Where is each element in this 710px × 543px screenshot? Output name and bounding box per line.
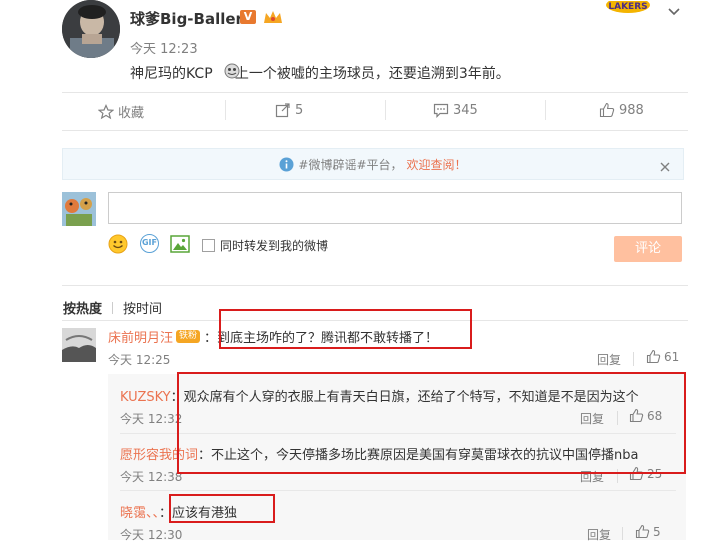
emoji-icon (224, 63, 240, 83)
post-username[interactable]: 球爹Big-Baller (130, 8, 243, 29)
fan-badge-icon: 铁粉 (176, 330, 201, 343)
reply-nickname[interactable]: 愿形容我的词 (120, 448, 198, 463)
image-upload-icon[interactable] (170, 235, 190, 257)
comment-like-button[interactable]: 61 (646, 349, 679, 364)
reply-item: KUZSKY：观众席有个人穿的衣服上有青天白日旗，还给了个特写，不知道是不是因为… (120, 386, 639, 405)
notice-link[interactable]: 欢迎查阅！ (407, 156, 467, 173)
reply-like-button[interactable]: 5 (635, 524, 661, 539)
favorite-button[interactable]: 收藏 (98, 102, 144, 121)
post-content: 神尼玛的KCP 上一个被嘘的主场球员，还要追溯到3年前。 (130, 66, 510, 82)
submit-comment-button[interactable]: 评论 (614, 236, 682, 262)
thumbs-up-icon (646, 349, 661, 364)
comment-time: 今天 12:25 (108, 353, 171, 367)
reply-time: 今天 12:30 (120, 528, 183, 542)
tab-sort-time[interactable]: 按时间 (123, 298, 162, 317)
reply-like-count: 68 (647, 408, 663, 423)
avatar-image-icon (62, 328, 96, 362)
team-logo-icon: LAKERS (604, 0, 652, 19)
avatar-photo-icon (62, 0, 120, 58)
reply-button[interactable]: 回复 (587, 526, 611, 543)
repost-option[interactable]: 同时转发到我的微博 (202, 237, 328, 254)
reply-text: ：应该有港独 (159, 506, 238, 521)
gif-button[interactable]: GIF (140, 234, 159, 253)
reply-text: ：观众席有个人穿的衣服上有青天白日旗，还给了个特写，不知道是不是因为这个 (170, 390, 639, 405)
comment-item: 床前明月汪 铁粉 ：到底主场咋的了？腾讯都不敢转播了！ (108, 327, 438, 346)
close-icon[interactable] (659, 158, 671, 177)
reply-like-count: 25 (647, 466, 663, 481)
avatar-image-icon (62, 192, 96, 226)
verified-badge-icon: V (240, 10, 256, 24)
reply-item: 晓霭、、：应该有港独 (120, 502, 237, 521)
reply-label: 回复 (580, 412, 605, 426)
reply-like-button[interactable]: 25 (629, 466, 662, 481)
comment-count: 345 (453, 102, 478, 118)
submit-label: 评论 (634, 241, 661, 256)
repost-checkbox-label: 同时转发到我的微博 (220, 239, 329, 253)
repost-icon (275, 103, 290, 118)
like-button[interactable]: 988 (599, 102, 644, 118)
comment-input[interactable] (108, 192, 682, 224)
thumbs-up-icon (629, 408, 644, 423)
fan-badge-label: 铁粉 (179, 331, 198, 341)
thumbs-up-icon (629, 466, 644, 481)
emoji-picker-icon[interactable] (108, 234, 128, 258)
thumbs-up-icon (635, 524, 650, 539)
reply-button[interactable]: 回复 (597, 351, 621, 368)
chevron-down-icon[interactable] (667, 2, 681, 21)
reply-button[interactable]: 回复 (580, 468, 604, 485)
reply-label: 回复 (597, 353, 622, 367)
post-time[interactable]: 今天 12:23 (130, 38, 198, 57)
repost-checkbox[interactable] (202, 239, 215, 252)
reply-time: 今天 12:38 (120, 470, 183, 484)
like-count: 988 (619, 102, 644, 118)
notice-bar: #微博辟谣#平台， 欢迎查阅！ (62, 148, 684, 180)
tab-sort-hot[interactable]: 按热度 (63, 298, 102, 317)
favorite-label: 收藏 (118, 106, 145, 121)
comment-text: ：到底主场咋的了？腾讯都不敢转播了！ (204, 331, 439, 346)
svg-text:LAKERS: LAKERS (608, 2, 647, 12)
my-avatar (62, 192, 96, 226)
reply-like-button[interactable]: 68 (629, 408, 662, 423)
sort-tabs: 按热度 按时间 (63, 298, 162, 317)
comment-button[interactable]: 345 (433, 102, 478, 118)
info-icon (279, 157, 294, 171)
thumbs-up-icon (599, 102, 615, 118)
reply-nickname[interactable]: KUZSKY (120, 390, 171, 405)
notice-text: #微博辟谣#平台， (298, 157, 403, 172)
reply-nickname[interactable]: 晓霭、、 (120, 506, 159, 521)
reply-label: 回复 (580, 470, 605, 484)
reply-text: ：不止这个，今天停播多场比赛原因是美国有穿莫雷球衣的抗议中国停播nba (198, 448, 639, 463)
repost-button[interactable]: 5 (275, 102, 303, 118)
user-avatar[interactable] (62, 0, 120, 58)
comment-avatar[interactable] (62, 328, 96, 362)
star-icon (98, 103, 114, 119)
reply-button[interactable]: 回复 (580, 410, 604, 427)
gif-label: GIF (141, 238, 157, 247)
comment-like-count: 61 (664, 349, 680, 364)
reply-item: 愿形容我的词：不止这个，今天停播多场比赛原因是美国有穿莫雷球衣的抗议中国停播nb… (120, 444, 638, 463)
comment-nickname[interactable]: 床前明月汪 (108, 327, 173, 346)
reply-time: 今天 12:32 (120, 412, 183, 426)
comment-icon (433, 103, 449, 118)
repost-count: 5 (295, 102, 304, 118)
vip-crown-icon (262, 9, 284, 29)
reply-like-count: 5 (653, 524, 661, 539)
